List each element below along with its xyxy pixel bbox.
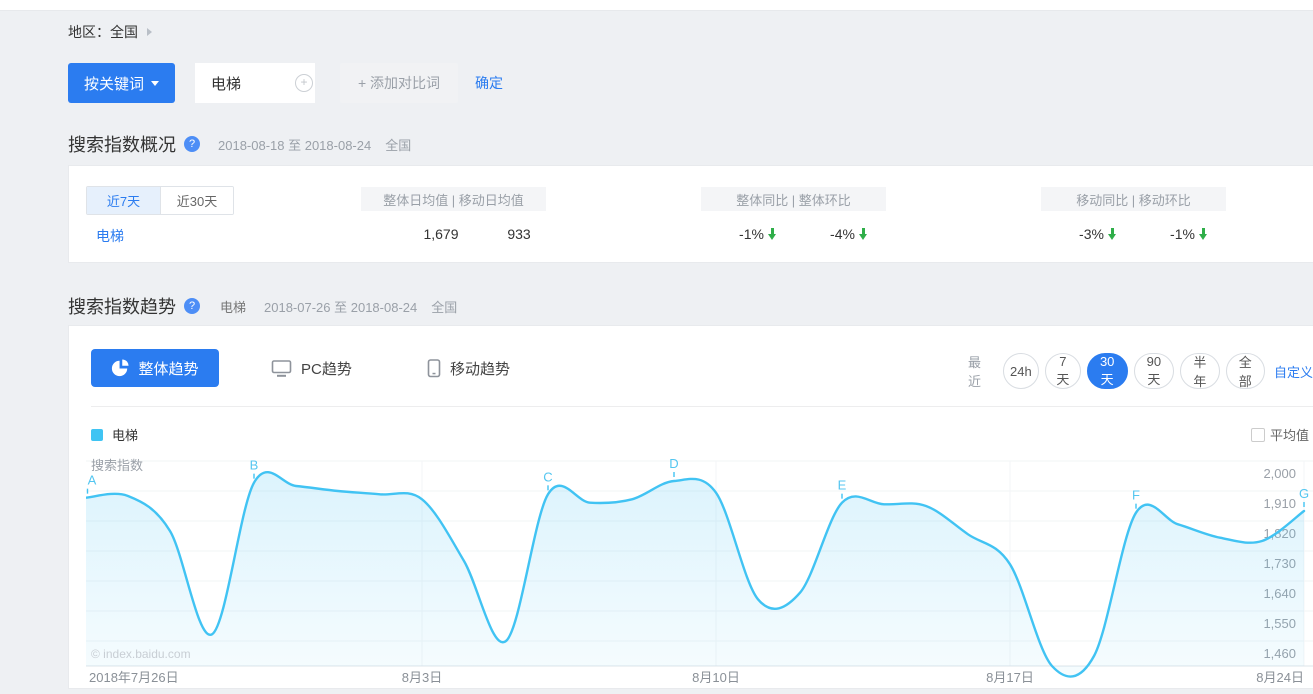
overview-card: 近7天 近30天 整体日均值 | 移动日均值 整体同比 | 整体环比 移动同比 … — [68, 165, 1313, 263]
x-axis-tick-label: 8月24日 — [1256, 670, 1304, 685]
keyword-input-box[interactable]: + — [195, 63, 315, 103]
keyword-type-dropdown[interactable]: 按关键词 — [68, 63, 175, 103]
top-strip — [0, 0, 1313, 11]
overview-title: 搜索指数概况 — [68, 131, 176, 157]
help-icon[interactable] — [184, 136, 200, 152]
down-arrow-icon — [1108, 228, 1117, 241]
divider — [91, 406, 1313, 407]
mobile-daily-avg-value: 933 — [469, 226, 569, 242]
overview-period-tabs: 近7天 近30天 — [86, 186, 234, 215]
confirm-button[interactable]: 确定 — [475, 63, 503, 103]
average-label: 平均值 — [1270, 425, 1309, 444]
annotation-label: C — [543, 469, 552, 484]
chart-legend[interactable]: 电梯 — [91, 425, 138, 444]
down-arrow-icon — [768, 228, 777, 241]
tab-mobile-trend[interactable]: 移动趋势 — [421, 349, 516, 387]
trend-chart-svg: 2,0001,9101,8201,7301,6401,5501,460ABCDE… — [86, 456, 1313, 689]
tab-last-7-days[interactable]: 近7天 — [87, 187, 160, 214]
chevron-right-icon — [147, 28, 152, 36]
annotation-label: E — [838, 478, 847, 493]
annotation-label: D — [669, 456, 678, 471]
overview-header: 搜索指数概况 2018-08-18 至 2018-08-24 全国 — [68, 131, 411, 157]
range-label: 最近 — [968, 352, 993, 390]
column-header-daily-avg: 整体日均值 | 移动日均值 — [361, 187, 546, 211]
time-range-selector: 最近 24h7天30天90天半年全部 自定义 — [968, 353, 1313, 389]
keyword-input[interactable] — [209, 74, 293, 93]
trend-title: 搜索指数趋势 — [68, 293, 176, 319]
overview-date-range: 2018-08-18 至 2018-08-24 — [218, 135, 371, 154]
region-selector[interactable]: 地区：全国 — [68, 22, 152, 42]
range-option-半年[interactable]: 半年 — [1180, 353, 1219, 389]
custom-range-link[interactable]: 自定义 — [1274, 362, 1313, 381]
annotation-label: B — [250, 458, 259, 473]
average-checkbox[interactable] — [1251, 428, 1265, 442]
tab-overall-trend[interactable]: 整体趋势 — [91, 349, 219, 387]
average-toggle[interactable]: 平均值 — [1251, 425, 1309, 444]
series-area — [86, 472, 1304, 676]
annotation-label: G — [1299, 486, 1309, 501]
overall-mom-value: -4% — [799, 226, 899, 242]
y-axis-tick-label: 1,910 — [1263, 496, 1296, 511]
desktop-icon — [271, 359, 292, 378]
trend-header: 搜索指数趋势 电梯 2018-07-26 至 2018-08-24 全国 — [68, 293, 457, 319]
mobile-mom-value: -1% — [1139, 226, 1239, 242]
tab-last-30-days[interactable]: 近30天 — [160, 187, 233, 214]
x-axis-tick-label: 8月3日 — [402, 670, 442, 685]
annotation-label: F — [1132, 488, 1140, 503]
column-header-mobile-compare: 移动同比 | 移动环比 — [1041, 187, 1226, 211]
trend-date-range: 2018-07-26 至 2018-08-24 — [264, 297, 417, 316]
watermark: © index.baidu.com — [91, 647, 191, 661]
y-axis-tick-label: 2,000 — [1263, 466, 1296, 481]
down-arrow-icon — [1199, 228, 1208, 241]
x-axis-tick-label: 8月10日 — [692, 670, 740, 685]
add-compare-word-button[interactable]: + 添加对比词 — [340, 63, 458, 103]
mobile-icon — [427, 359, 441, 378]
range-option-7天[interactable]: 7天 — [1045, 353, 1081, 389]
overview-row-keyword[interactable]: 电梯 — [96, 226, 124, 246]
trend-panel: 整体趋势 PC趋势 移动趋势 最近 24h7天30天90天半年全部 自定义 电梯… — [68, 325, 1313, 689]
add-circle-icon[interactable]: + — [295, 74, 313, 92]
keyword-type-label: 按关键词 — [84, 73, 144, 94]
range-option-全部[interactable]: 全部 — [1226, 353, 1265, 389]
help-icon[interactable] — [184, 298, 200, 314]
chevron-down-icon — [151, 81, 159, 86]
down-arrow-icon — [859, 228, 868, 241]
tab-pc-trend[interactable]: PC趋势 — [265, 349, 358, 387]
overview-region: 全国 — [385, 135, 411, 154]
column-header-overall-compare: 整体同比 | 整体环比 — [701, 187, 886, 211]
range-option-90天[interactable]: 90天 — [1134, 353, 1175, 389]
overall-yoy-value: -1% — [708, 226, 808, 242]
trend-region: 全国 — [431, 297, 457, 316]
range-option-30天[interactable]: 30天 — [1087, 353, 1128, 389]
pie-chart-icon — [111, 359, 129, 377]
range-option-24h[interactable]: 24h — [1003, 353, 1039, 389]
y-axis-title: 搜索指数 — [91, 458, 143, 473]
trend-chart[interactable]: 2,0001,9101,8201,7301,6401,5501,460ABCDE… — [86, 456, 1313, 689]
legend-label: 电梯 — [112, 425, 138, 444]
region-label: 地区：全国 — [68, 22, 138, 42]
x-axis-tick-label: 2018年7月26日 — [89, 670, 179, 685]
annotation-label: A — [88, 473, 97, 488]
x-axis-tick-label: 8月17日 — [986, 670, 1034, 685]
trend-keyword: 电梯 — [220, 297, 246, 316]
mobile-yoy-value: -3% — [1048, 226, 1148, 242]
legend-swatch — [91, 429, 103, 441]
